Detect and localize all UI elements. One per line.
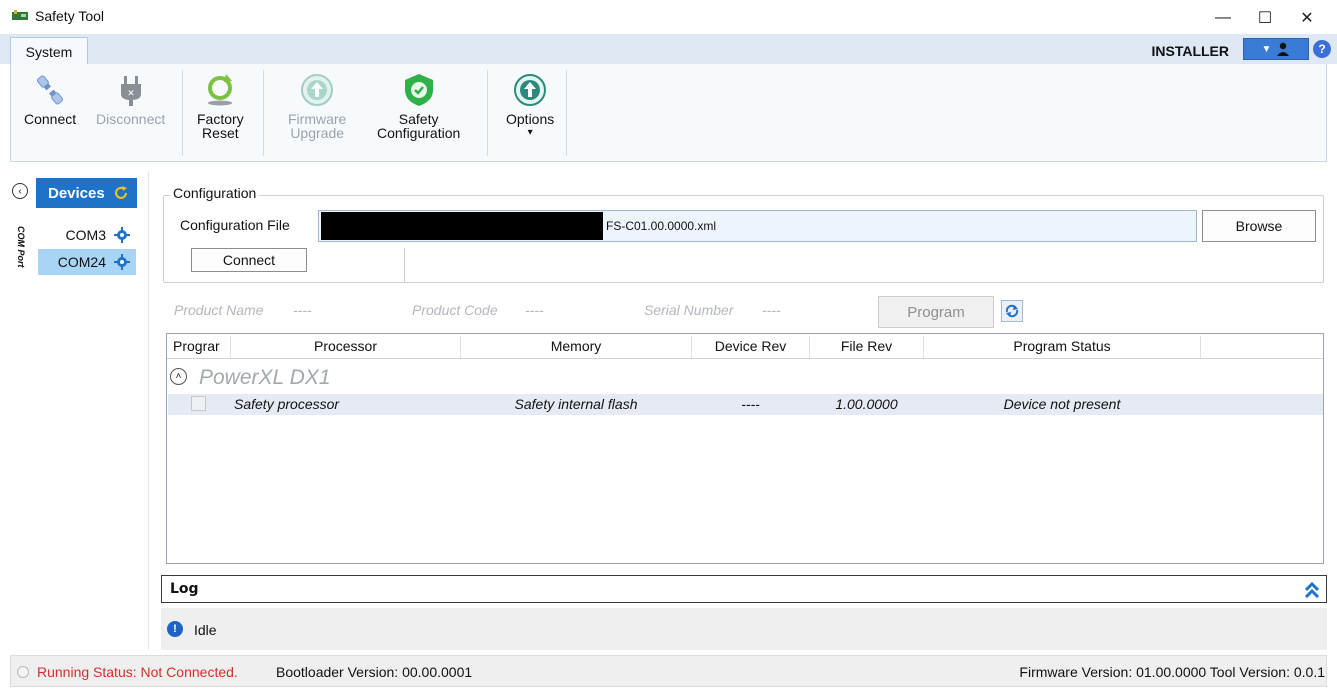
safety-configuration-button[interactable]: Safety Configuration xyxy=(377,72,460,140)
collapse-group-icon[interactable]: ˄ xyxy=(170,368,187,385)
panel-divider xyxy=(148,172,149,650)
collapse-panel-icon[interactable]: ‹ xyxy=(12,183,28,199)
close-button[interactable]: ✕ xyxy=(1287,6,1327,30)
plug-disconnect-icon: ✕ xyxy=(113,72,149,108)
options-button[interactable]: Options ▾ xyxy=(506,72,554,140)
version-info: Firmware Version: 01.00.0000 Tool Versio… xyxy=(1019,664,1325,680)
factory-reset-label-2: Reset xyxy=(202,125,239,141)
log-message: Idle xyxy=(194,622,217,638)
options-upload-icon xyxy=(512,72,548,108)
plug-connect-icon xyxy=(32,72,68,108)
running-status: Running Status: Not Connected. xyxy=(37,664,238,680)
file-rev-cell: 1.00.0000 xyxy=(835,396,898,412)
minimize-button[interactable]: — xyxy=(1203,6,1243,30)
connect-label: Connect xyxy=(24,111,77,127)
refresh-button[interactable] xyxy=(1001,300,1023,322)
window-title: Safety Tool xyxy=(35,8,105,24)
column-header-program[interactable]: Prograr xyxy=(173,338,229,354)
com-port-label: COM24 xyxy=(57,254,106,270)
com-port-item-selected[interactable]: COM24 xyxy=(38,249,136,275)
memory-cell: Safety internal flash xyxy=(514,396,638,412)
maximize-button[interactable]: ☐ xyxy=(1245,6,1285,30)
refresh-icon xyxy=(1005,304,1019,318)
devices-header: Devices xyxy=(36,178,137,208)
column-header-device-rev[interactable]: Device Rev xyxy=(692,338,809,354)
ribbon-tab-strip xyxy=(0,34,1337,64)
status-indicator-icon xyxy=(17,666,29,678)
tab-system[interactable]: System xyxy=(10,37,88,65)
gear-icon[interactable] xyxy=(114,254,130,270)
column-header-processor[interactable]: Processor xyxy=(231,338,460,354)
app-logo-icon xyxy=(12,10,28,20)
factory-reset-button[interactable]: Factory Reset xyxy=(197,72,244,140)
connect-ribbon-button[interactable]: Connect xyxy=(24,72,76,126)
device-rev-cell: ---- xyxy=(741,396,760,412)
user-role-label: INSTALLER xyxy=(1151,43,1229,59)
firmware-upgrade-label-2: Upgrade xyxy=(290,125,345,141)
column-separator xyxy=(1200,336,1201,358)
log-title: Log xyxy=(170,581,199,597)
log-header xyxy=(161,575,1327,603)
ribbon-separator xyxy=(263,70,264,156)
ribbon-separator xyxy=(182,70,183,156)
upload-arrow-icon xyxy=(299,72,335,108)
configuration-file-value: FS-C01.00.0000.xml xyxy=(606,219,717,233)
firmware-upgrade-label-1: Firmware xyxy=(288,111,347,127)
factory-reset-label-1: Factory xyxy=(197,111,244,127)
factory-reset-icon xyxy=(202,72,238,108)
options-label: Options xyxy=(506,111,555,127)
disconnect-ribbon-button[interactable]: ✕ Disconnect xyxy=(96,72,165,126)
product-name-label: Product Name xyxy=(174,302,264,318)
program-checkbox[interactable] xyxy=(191,396,206,411)
program-status-cell: Device not present xyxy=(1003,396,1121,412)
refresh-devices-icon[interactable] xyxy=(113,185,129,201)
firmware-upgrade-button[interactable]: Firmware Upgrade xyxy=(288,72,346,140)
processor-cell: Safety processor xyxy=(234,396,340,412)
serial-number-value: ---- xyxy=(762,302,781,318)
help-icon[interactable]: ? xyxy=(1313,40,1331,58)
configuration-legend: Configuration xyxy=(170,185,260,201)
column-header-file-rev[interactable]: File Rev xyxy=(810,338,923,354)
browse-button[interactable]: Browse xyxy=(1202,210,1316,242)
svg-text:✕: ✕ xyxy=(127,89,135,99)
configuration-file-field[interactable]: FS-C01.00.0000.xml xyxy=(318,210,1197,242)
shield-check-icon xyxy=(401,72,437,108)
user-menu-button[interactable]: ▼ xyxy=(1243,38,1309,60)
expand-log-icon[interactable] xyxy=(1302,580,1322,600)
log-area xyxy=(161,608,1327,650)
configuration-file-label: Configuration File xyxy=(180,217,290,233)
product-name-value: ---- xyxy=(293,302,312,318)
ribbon-separator xyxy=(566,70,567,156)
devices-title: Devices xyxy=(48,184,105,202)
serial-number-label: Serial Number xyxy=(644,302,734,318)
column-header-memory[interactable]: Memory xyxy=(461,338,691,354)
program-grid xyxy=(166,333,1324,564)
connect-button[interactable]: Connect xyxy=(191,248,307,272)
disconnect-label: Disconnect xyxy=(96,111,166,127)
options-dropdown-arrow-icon: ▾ xyxy=(527,127,533,138)
program-button[interactable]: Program xyxy=(878,296,994,328)
info-icon: ! xyxy=(167,621,183,637)
com-port-group-label: COM Port xyxy=(16,226,26,268)
redacted-path xyxy=(321,212,603,240)
group-name: PowerXL DX1 xyxy=(199,366,331,389)
ribbon-separator xyxy=(487,70,488,156)
safety-config-label-2: Configuration xyxy=(377,125,461,141)
gear-icon[interactable] xyxy=(114,227,130,243)
column-header-program-status[interactable]: Program Status xyxy=(924,338,1200,354)
safety-config-label-1: Safety xyxy=(398,111,439,127)
product-code-label: Product Code xyxy=(412,302,498,318)
configuration-divider xyxy=(404,248,405,283)
com-port-label: COM3 xyxy=(65,227,106,243)
chevron-down-icon: ▼ xyxy=(1261,43,1272,55)
product-code-value: ---- xyxy=(525,302,544,318)
bootloader-version: Bootloader Version: 00.00.0001 xyxy=(276,664,473,680)
title-bar xyxy=(0,0,1337,34)
user-icon xyxy=(1277,42,1290,56)
com-port-item[interactable]: COM3 xyxy=(38,222,136,248)
